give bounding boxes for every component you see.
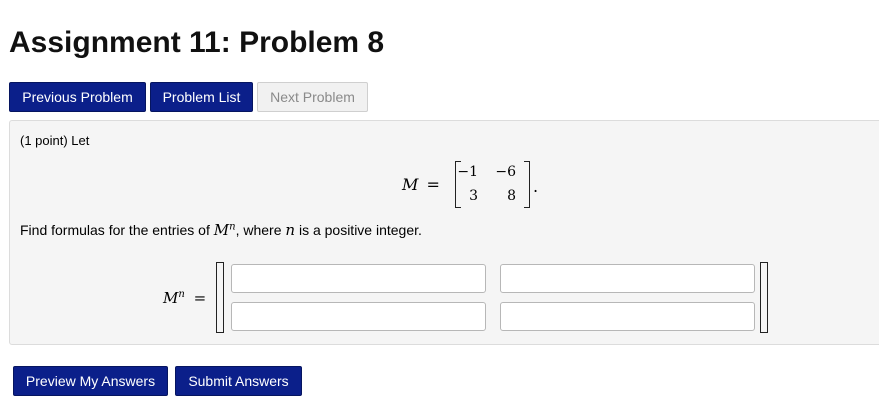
next-problem-button[interactable]: Next Problem (257, 82, 368, 112)
problem-list-button[interactable]: Problem List (150, 82, 253, 112)
submit-answers-button[interactable]: Submit Answers (175, 366, 302, 396)
answer-input-row1-col2[interactable] (500, 264, 755, 293)
problem-panel: (1 point) Let M = −1 −6 3 8 . Find formu… (9, 120, 879, 345)
answer-left-bracket (216, 262, 224, 333)
answer-right-bracket (760, 262, 768, 333)
answer-input-row2-col1[interactable] (231, 302, 486, 331)
points-label: (1 point) Let (20, 133, 90, 148)
matrix-cell: 8 (507, 188, 516, 204)
page-title: Assignment 11: Problem 8 (9, 26, 385, 59)
matrix-cell: −6 (495, 164, 516, 180)
answer-matrix-label: Mn = (163, 289, 207, 307)
previous-problem-button[interactable]: Previous Problem (9, 82, 146, 112)
answer-input-row2-col2[interactable] (500, 302, 755, 331)
matrix-name: M (402, 175, 419, 194)
matrix-right-bracket (524, 161, 530, 208)
matrix-cell: 3 (469, 188, 478, 204)
matrix-period: . (533, 177, 539, 196)
equals-sign: = (426, 175, 440, 194)
matrix-cell: −1 (457, 164, 478, 180)
question-text: Find formulas for the entries of Mn, whe… (20, 221, 422, 239)
answer-input-row1-col1[interactable] (231, 264, 486, 293)
preview-answers-button[interactable]: Preview My Answers (13, 366, 168, 396)
matrix-definition: M = (402, 175, 440, 194)
